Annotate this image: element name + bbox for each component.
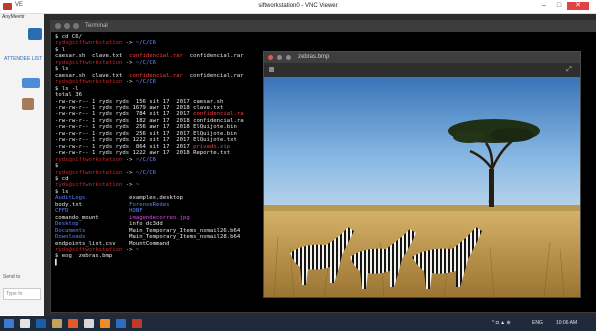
terminal-segment: ~/C/C6: [135, 59, 157, 66]
viewer-maximize-icon[interactable]: [286, 55, 291, 60]
maximize-button[interactable]: □: [552, 2, 566, 10]
file-explorer-icon[interactable]: [52, 319, 62, 328]
taskbar: ^ ◘ ▲ ⊕ ENG 10:06 AM: [0, 316, 596, 331]
terminal-segment: ~/C/C6: [135, 40, 157, 47]
terminal-segment: ~/C/C6: [135, 79, 157, 86]
firefox-icon[interactable]: [68, 319, 78, 328]
remote-desktop: Terminal $ cd C6/ryds@siftworkstation ->…: [44, 14, 596, 316]
terminal-segment: body.txt: [55, 201, 130, 208]
terminal-segment: Main_Temporary_Items_nsmail28.b64: [85, 234, 278, 241]
language-indicator[interactable]: ENG: [532, 320, 543, 326]
terminal-segment: Documents: [55, 227, 86, 234]
terminal-segment: ForenseRedes: [129, 201, 170, 208]
window-title: siftworkstation0 - VNC Viewer: [258, 3, 338, 9]
terminal-segment: ~: [135, 182, 140, 189]
terminal-segment: comando_mount: [55, 214, 130, 221]
gallery-icon[interactable]: [269, 67, 274, 72]
minimize-button[interactable]: –: [537, 2, 551, 10]
terminal-maximize-icon[interactable]: [73, 23, 79, 29]
terminal-segment: confidencial.rar: [129, 72, 183, 79]
terminal-segment: caesar.sh clave.txt: [55, 53, 130, 60]
terminal-title-bar[interactable]: Terminal: [51, 21, 596, 32]
chat-icon[interactable]: [28, 28, 42, 40]
terminal-segment: imagendecorreo.jpg: [129, 214, 190, 221]
fullscreen-icon[interactable]: ⤢: [566, 66, 572, 73]
edge-icon[interactable]: [36, 319, 46, 328]
close-button[interactable]: ✕: [567, 2, 589, 10]
terminal-segment: ~/C/C6: [135, 156, 157, 163]
terminal-segment: ->: [122, 169, 136, 176]
terminal-segment: -rw-rw-r-- 1 ryds ryds 784 sit 17 2017: [55, 111, 194, 118]
attendee-list-label: ATTENDEE LIST: [4, 56, 43, 62]
terminal-segment: [170, 202, 278, 208]
app-name: AnyMeetir: [2, 14, 25, 20]
start-icon[interactable]: [4, 319, 14, 328]
terminal-close-icon[interactable]: [55, 23, 61, 29]
terminal-segment: ->: [122, 246, 136, 253]
attendee-button[interactable]: [22, 78, 40, 88]
chat-input[interactable]: Type fo: [3, 288, 41, 300]
terminal-segment: ->: [122, 182, 136, 189]
vnc-taskbar-icon[interactable]: [132, 319, 142, 328]
terminal-segment: caesar.sh clave.txt: [55, 72, 130, 79]
terminal-segment: Main_Temporary_Items_nsmail26.b64: [85, 227, 278, 234]
terminal-minimize-icon[interactable]: [64, 23, 70, 29]
terminal-segment: privado.zip: [193, 143, 231, 150]
terminal-segment: examples.desktop: [85, 195, 278, 202]
app-icon-3[interactable]: [116, 319, 126, 328]
terminal-segment: Desktop: [55, 221, 79, 228]
terminal-segment: ryds@siftworkstation: [55, 169, 123, 176]
anymeeting-panel: AnyMeetir ATTENDEE LIST Send to Type fo: [0, 0, 45, 315]
terminal-segment: ryds@siftworkstation: [55, 246, 123, 253]
avatar: [22, 98, 34, 110]
terminal-segment: [143, 208, 278, 214]
terminal-segment: [68, 208, 129, 214]
terminal-segment: ryds@siftworkstation: [55, 182, 123, 189]
task-view-icon[interactable]: [20, 319, 30, 328]
viewer-minimize-icon[interactable]: [277, 55, 282, 60]
terminal-segment: Downloads: [55, 234, 86, 241]
terminal-segment: AuditLogs: [55, 195, 86, 202]
terminal-segment: ryds@siftworkstation: [55, 59, 123, 66]
terminal-segment: confidencial.rar: [182, 53, 244, 60]
terminal-segment: ryds@siftworkstation: [55, 40, 123, 47]
terminal-segment: info dc3dd: [78, 221, 278, 228]
vnc-title-bar: VE siftworkstation0 - VNC Viewer – □ ✕: [0, 0, 596, 14]
image-viewer-window[interactable]: zebras.bmp ⤢: [263, 51, 581, 298]
terminal-title: Terminal: [85, 23, 108, 29]
terminal-segment: CFFD: [55, 208, 69, 215]
terminal-segment: ryds@siftworkstation: [55, 156, 123, 163]
terminal-segment: confidencial.rar: [129, 53, 183, 60]
app-icon[interactable]: [84, 319, 94, 328]
app-icon-2[interactable]: [100, 319, 110, 328]
viewer-close-icon[interactable]: [268, 55, 273, 60]
viewer-title: zebras.bmp: [298, 54, 330, 60]
terminal-segment: ~: [135, 246, 140, 253]
terminal-segment: ->: [122, 79, 136, 86]
terminal-segment: ->: [122, 59, 136, 66]
terminal-segment: -rw-rw-r-- 1 ryds ryds 864 sit 17 2017: [55, 143, 194, 150]
terminal-segment: HONF: [129, 208, 143, 215]
viewer-toolbar: ⤢: [264, 63, 580, 77]
clock[interactable]: 10:06 AM: [556, 320, 577, 326]
tray-icons[interactable]: ^ ◘ ▲ ⊕: [492, 320, 511, 326]
send-to-label: Send to: [3, 274, 21, 280]
viewer-title-bar[interactable]: zebras.bmp: [264, 52, 580, 63]
terminal-segment: confidencial.rar: [182, 72, 244, 79]
terminal-segment: ->: [122, 40, 136, 47]
terminal-segment: confidencial.ra: [193, 111, 244, 118]
terminal-segment: ->: [122, 156, 136, 163]
zebras-image: [264, 77, 580, 297]
terminal-segment: ~/C/C6: [135, 169, 157, 176]
terminal-segment: ryds@siftworkstation: [55, 79, 123, 86]
